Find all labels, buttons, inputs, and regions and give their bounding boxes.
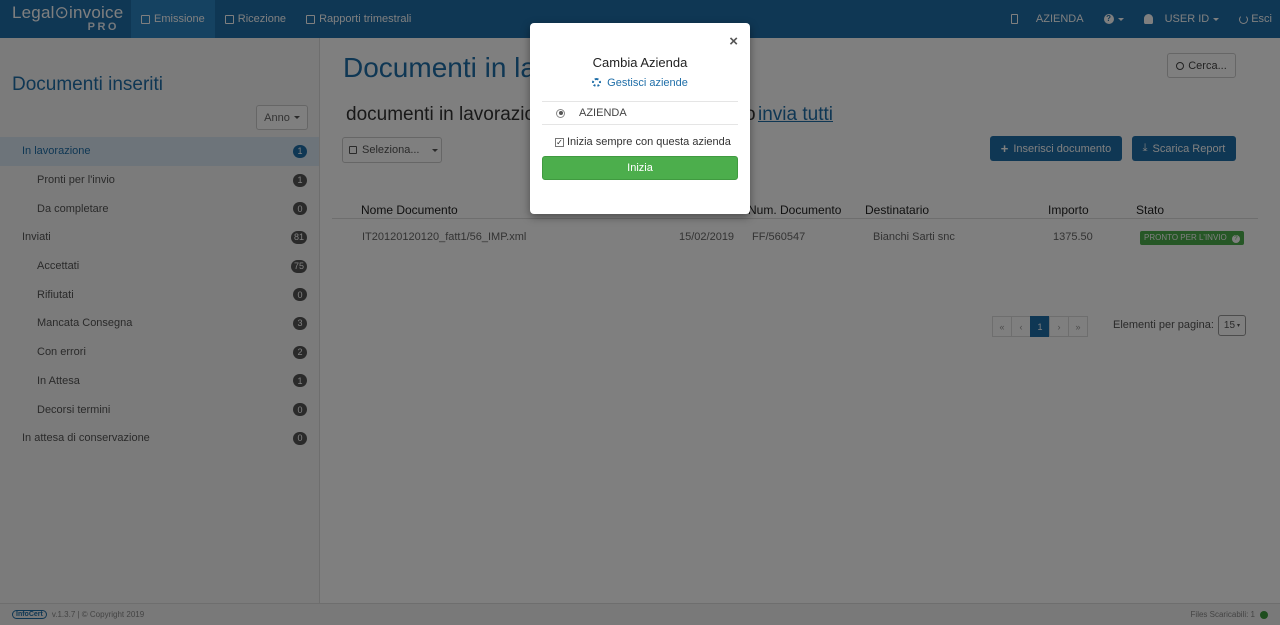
change-company-modal: × Cambia Azienda Gestisci aziende AZIEND… — [530, 23, 750, 214]
company-radio[interactable] — [556, 108, 565, 118]
manage-companies-label: Gestisci aziende — [607, 77, 688, 89]
modal-title: Cambia Azienda — [592, 55, 688, 70]
close-icon[interactable]: × — [729, 33, 738, 50]
company-option-label: AZIENDA — [579, 107, 627, 119]
manage-companies-link[interactable]: Gestisci aziende — [530, 77, 750, 89]
start-button[interactable]: Inizia — [542, 156, 738, 180]
gear-icon — [592, 78, 602, 87]
always-start-option[interactable]: ✓ Inizia sempre con questa azienda — [555, 136, 731, 148]
always-start-checkbox[interactable]: ✓ — [555, 137, 564, 147]
always-start-label: Inizia sempre con questa azienda — [567, 136, 731, 148]
company-option[interactable]: AZIENDA — [542, 101, 738, 125]
